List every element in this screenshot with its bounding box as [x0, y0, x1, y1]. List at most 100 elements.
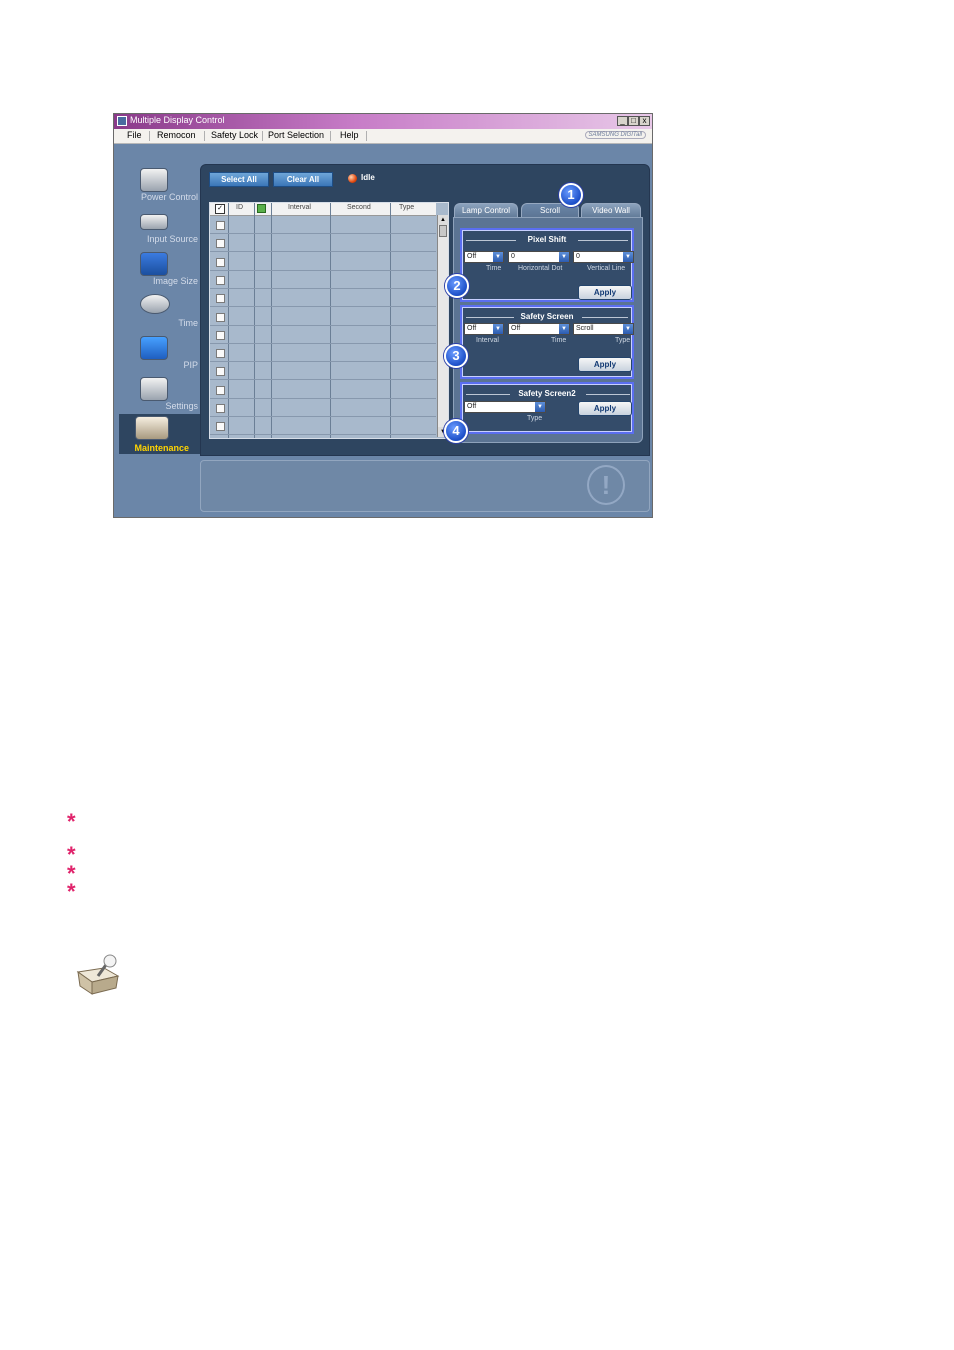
maintenance-icon	[74, 954, 122, 996]
menu-separator	[330, 131, 331, 141]
pixel-shift-group: Pixel Shift Off ▼ 0 ▼ 0 ▼ Time Horizontal D…	[460, 228, 634, 302]
row-checkbox[interactable]	[216, 239, 225, 249]
table-row[interactable]	[210, 434, 436, 436]
chevron-down-icon: ▼	[493, 252, 503, 262]
pixel-shift-vline-select[interactable]: 0 ▼	[573, 251, 634, 263]
row-checkbox[interactable]	[216, 257, 225, 267]
grid-scrollbar[interactable]: ▲ ▼	[437, 215, 448, 437]
nav-time[interactable]: Time	[118, 294, 202, 334]
table-row[interactable]	[210, 306, 436, 308]
nav-input-source[interactable]: Input Source	[118, 210, 202, 250]
pixel-shift-time-select[interactable]: Off ▼	[464, 251, 504, 263]
main-panel: Select All Clear All Idle ✓ ID Interval …	[200, 164, 650, 456]
interval-label: Interval	[476, 337, 499, 344]
time-label: Time	[486, 265, 502, 272]
row-checkbox[interactable]	[216, 422, 225, 432]
row-checkbox[interactable]	[216, 349, 225, 359]
row-checkbox[interactable]	[216, 275, 225, 285]
row-checkbox[interactable]	[216, 330, 225, 340]
time-label: Time	[551, 337, 567, 344]
scroll-thumb[interactable]	[439, 225, 447, 237]
scroll-up-icon[interactable]: ▲	[438, 215, 448, 225]
table-row[interactable]	[210, 397, 436, 399]
scroll-tab-panel: Pixel Shift Off ▼ 0 ▼ 0 ▼ Time Horizontal D…	[453, 217, 643, 443]
select-all-button[interactable]: Select All	[209, 172, 269, 187]
table-row[interactable]	[210, 251, 436, 253]
nav-settings[interactable]: Settings	[118, 377, 202, 417]
menu-safety-lock[interactable]: Safety Lock	[211, 130, 258, 140]
chevron-down-icon: ▼	[559, 252, 569, 262]
safety-screen2-apply-button[interactable]: Apply	[578, 401, 632, 416]
chevron-down-icon: ▼	[623, 252, 633, 262]
settings-icon	[140, 377, 168, 401]
close-button[interactable]: x	[639, 116, 650, 126]
nav-pip[interactable]: PIP	[118, 336, 202, 376]
table-row[interactable]	[210, 287, 436, 289]
menu-bar: File Remocon Safety Lock Port Selection …	[114, 129, 652, 144]
callout-marker-3: 3	[444, 344, 468, 368]
safety-screen-apply-button[interactable]: Apply	[578, 357, 632, 372]
safety-screen-title: Safety Screen	[520, 312, 574, 321]
select-value: Off	[467, 253, 477, 260]
table-row[interactable]	[210, 416, 436, 417]
warning-icon: !	[587, 465, 625, 505]
table-row[interactable]	[210, 361, 436, 363]
safety-time-select[interactable]: Off ▼	[508, 323, 570, 335]
pixel-shift-apply-button[interactable]: Apply	[578, 285, 632, 300]
grid-divider	[330, 203, 331, 438]
safety2-type-select[interactable]: Off ▼	[464, 401, 546, 413]
status-label: Idle	[361, 173, 375, 182]
nav-label: Time	[178, 318, 198, 328]
display-grid: ✓ ID Interval Second Type ▲ ▼	[209, 202, 449, 439]
grid-divider	[271, 203, 272, 438]
clear-all-button[interactable]: Clear All	[273, 172, 333, 187]
menu-separator	[366, 131, 367, 141]
status-panel: !	[200, 460, 650, 512]
nav-image-size[interactable]: Image Size	[118, 252, 202, 292]
tab-lamp-control[interactable]: Lamp Control	[454, 203, 518, 218]
safety-interval-select[interactable]: Off ▼	[464, 323, 504, 335]
pixel-shift-hdot-select[interactable]: 0 ▼	[508, 251, 570, 263]
nav-label: Power Control	[140, 192, 198, 202]
table-row[interactable]	[210, 342, 436, 344]
horizontal-dot-label: Horizontal Dot	[518, 265, 563, 272]
nav-power-control[interactable]: Power Control	[118, 168, 202, 208]
grid-divider	[390, 203, 391, 438]
table-row[interactable]	[210, 233, 436, 234]
chevron-down-icon: ▼	[623, 324, 633, 334]
row-checkbox[interactable]	[216, 221, 225, 230]
mdc-window: Multiple Display Control _ □ x File Remo…	[113, 113, 653, 518]
safety-type-select[interactable]: Scroll ▼	[573, 323, 634, 335]
status-dot-icon	[348, 174, 357, 183]
select-value: Off	[511, 325, 521, 332]
nav-maintenance[interactable]: Maintenance	[119, 414, 201, 454]
row-checkbox[interactable]	[216, 385, 225, 395]
type-label: Type	[527, 415, 543, 422]
row-checkbox[interactable]	[216, 312, 225, 322]
minimize-button[interactable]: _	[617, 116, 628, 126]
col-interval: Interval	[288, 204, 311, 211]
table-row[interactable]	[210, 379, 436, 381]
menu-help[interactable]: Help	[340, 130, 359, 140]
menu-separator	[204, 131, 205, 141]
safety-screen2-title: Safety Screen2	[518, 389, 576, 398]
table-row[interactable]	[210, 324, 436, 326]
vertical-line-label: Vertical Line	[587, 265, 626, 272]
row-checkbox[interactable]	[216, 294, 225, 304]
maximize-button[interactable]: □	[628, 116, 639, 126]
row-checkbox[interactable]	[216, 404, 225, 413]
menu-file[interactable]: File	[127, 130, 142, 140]
grid-divider	[228, 203, 229, 438]
window-title: Multiple Display Control	[130, 115, 225, 125]
nav-label: Maintenance	[134, 443, 189, 453]
table-row[interactable]	[210, 269, 436, 271]
menu-port-selection[interactable]: Port Selection	[268, 130, 324, 140]
grid-divider	[254, 203, 255, 438]
header-checkbox[interactable]: ✓	[215, 204, 225, 214]
type-label: Type	[615, 337, 631, 344]
callout-marker-1: 1	[559, 183, 583, 207]
pixel-shift-title: Pixel Shift	[527, 235, 567, 244]
tab-video-wall[interactable]: Video Wall	[581, 203, 641, 218]
row-checkbox[interactable]	[216, 367, 225, 377]
menu-remocon[interactable]: Remocon	[157, 130, 196, 140]
